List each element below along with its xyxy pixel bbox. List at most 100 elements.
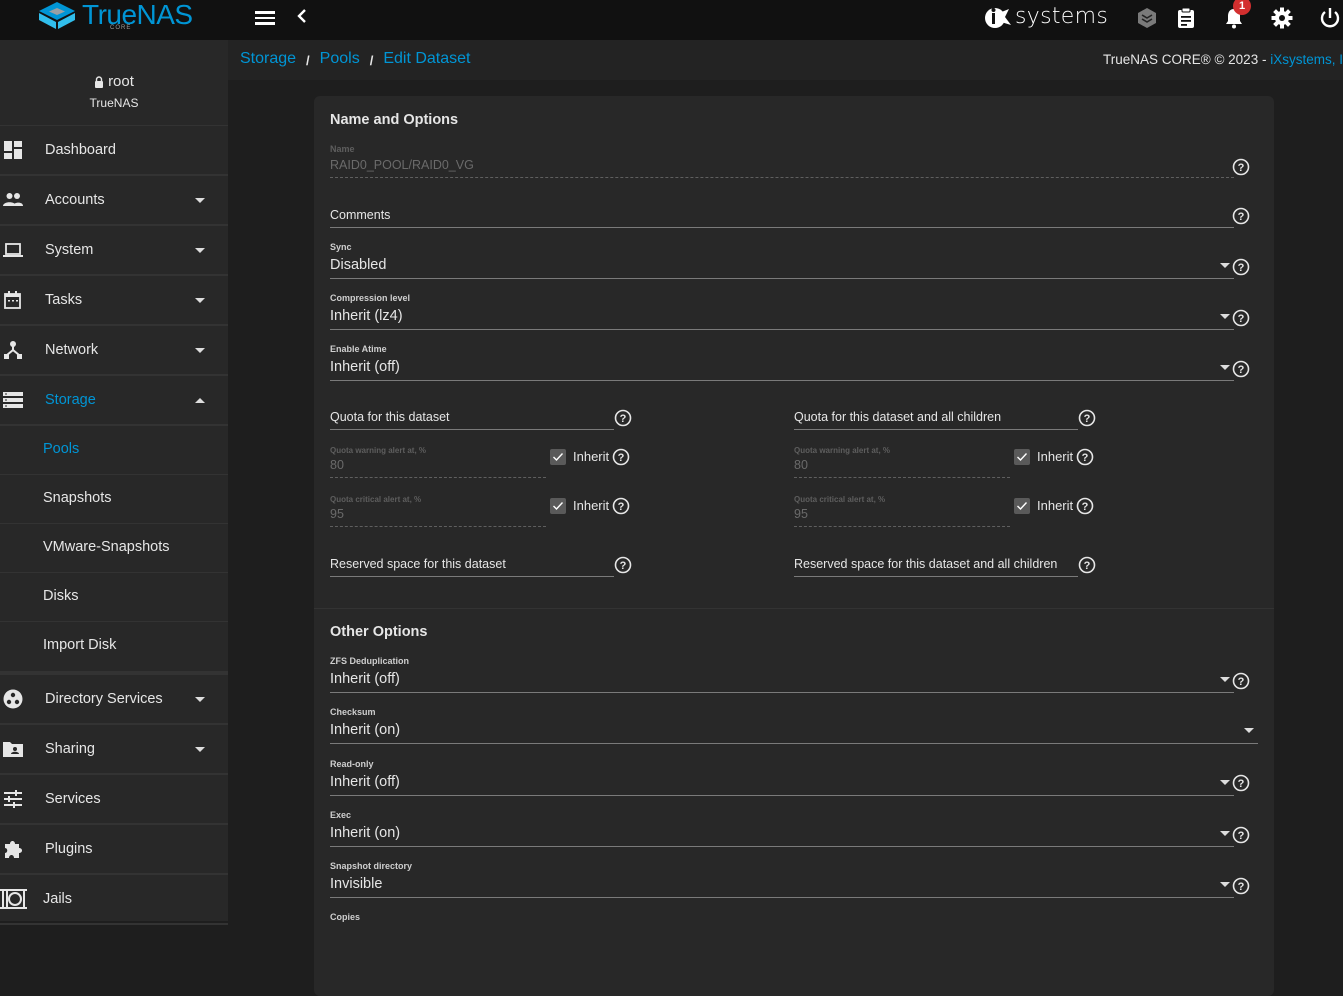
svg-text:?: ? (1238, 778, 1245, 790)
help-icon[interactable]: ? (1078, 556, 1096, 574)
reserved-dataset-input[interactable]: Reserved space for this dataset (330, 549, 614, 577)
breadcrumb-bar: Storage / Pools / Edit Dataset TrueNAS C… (228, 40, 1343, 80)
sidebar-item-directory-services[interactable]: Directory Services (0, 675, 228, 725)
reserved-children-input[interactable]: Reserved space for this dataset and all … (794, 549, 1078, 577)
help-icon[interactable]: ? (1232, 258, 1250, 276)
sidebar-item-dashboard[interactable]: Dashboard (0, 126, 228, 176)
sidebar-subitem-vmware-snapshots[interactable]: VMware-Snapshots (0, 524, 228, 573)
sidebar-subitem-snapshots[interactable]: Snapshots (0, 475, 228, 524)
quota-critical-inherit-checkbox[interactable] (550, 498, 566, 514)
sidebar-item-accounts[interactable]: Accounts (0, 176, 228, 226)
menu-toggle-button[interactable] (254, 8, 276, 30)
help-icon[interactable]: ? (612, 448, 630, 466)
breadcrumb-storage[interactable]: Storage (240, 50, 296, 72)
svg-text:?: ? (1084, 560, 1091, 572)
quota-children-critical-inherit-checkbox[interactable] (1014, 498, 1030, 514)
storage-icon (3, 392, 23, 408)
help-icon[interactable]: ? (1232, 309, 1250, 327)
quota-warning-inherit-checkbox[interactable] (550, 449, 566, 465)
help-icon[interactable]: ? (1232, 774, 1250, 792)
help-icon[interactable]: ? (1232, 360, 1250, 378)
field-underline (330, 526, 546, 527)
inherit-label[interactable]: Inherit (573, 498, 609, 513)
chevron-down-icon (1220, 677, 1230, 682)
breadcrumb-pools[interactable]: Pools (320, 50, 360, 72)
breadcrumb-edit-dataset[interactable]: Edit Dataset (383, 50, 470, 72)
quota-children-input[interactable]: Quota for this dataset and all children (794, 402, 1078, 430)
compression-select[interactable]: Compression level Inherit (lz4) (330, 293, 1234, 330)
sync-select[interactable]: Sync Disabled (330, 242, 1234, 279)
sidebar-subitem-pools[interactable]: Pools (0, 426, 228, 475)
quota-dataset-input[interactable]: Quota for this dataset (330, 402, 614, 430)
help-icon[interactable]: ? (1078, 409, 1096, 427)
clipboard-icon[interactable] (1174, 6, 1198, 30)
help-icon[interactable]: ? (1232, 877, 1250, 895)
field-underline (330, 429, 614, 430)
quota-children-critical-input[interactable]: Quota critical alert at, % 95 (794, 495, 1010, 529)
help-icon[interactable]: ? (1232, 672, 1250, 690)
chevron-down-icon (195, 298, 205, 303)
sidebar-item-label: Accounts (45, 192, 105, 208)
inherit-label[interactable]: Inherit (1037, 498, 1073, 513)
ixsystems-icon (985, 7, 1011, 28)
chevron-down-icon (1220, 365, 1230, 370)
help-icon[interactable]: ? (1076, 448, 1094, 466)
chevron-down-icon (195, 248, 205, 253)
ixsystems-link[interactable]: iXsystems, Inc (1270, 52, 1343, 67)
quota-critical-input[interactable]: Quota critical alert at, % 95 (330, 495, 546, 529)
snapdir-select[interactable]: Snapshot directory Invisible (330, 861, 1234, 898)
exec-select[interactable]: Exec Inherit (on) (330, 810, 1234, 847)
ixsystems-logo[interactable]: systems (983, 4, 1108, 29)
quota-dataset-placeholder: Quota for this dataset (330, 410, 450, 424)
quota-children-warning-input[interactable]: Quota warning alert at, % 80 (794, 446, 1010, 480)
gear-icon[interactable] (1270, 6, 1294, 30)
svg-text:?: ? (1238, 162, 1245, 174)
checkmark-icon (553, 502, 564, 511)
help-icon[interactable]: ? (1232, 158, 1250, 176)
help-icon[interactable]: ? (1232, 207, 1250, 225)
sidebar-item-storage[interactable]: Storage (0, 376, 228, 426)
sidebar-item-tasks[interactable]: Tasks (0, 276, 228, 326)
help-icon[interactable]: ? (614, 556, 632, 574)
sidebar-item-system[interactable]: System (0, 226, 228, 276)
checksum-select[interactable]: Checksum Inherit (on) (330, 707, 1258, 744)
power-icon[interactable] (1318, 6, 1342, 30)
copies-select[interactable]: Copies (330, 912, 1234, 949)
checkmark-icon (1017, 502, 1028, 511)
sidebar-subitem-import-disk[interactable]: Import Disk (0, 622, 228, 671)
inherit-label[interactable]: Inherit (1037, 449, 1073, 464)
svg-text:?: ? (1238, 364, 1245, 376)
sidebar-item-label: Plugins (45, 841, 93, 857)
quota-children-warning-inherit-checkbox[interactable] (1014, 449, 1030, 465)
help-icon[interactable]: ? (614, 409, 632, 427)
sidebar-item-plugins[interactable]: Plugins (0, 825, 228, 875)
sidebar-subitem-disks[interactable]: Disks (0, 573, 228, 622)
sidebar-item-jails[interactable]: Jails (0, 875, 228, 925)
edit-dataset-form: Name and Options Name RAID0_POOL/RAID0_V… (314, 96, 1274, 996)
chevron-down-icon (195, 697, 205, 702)
inherit-label[interactable]: Inherit (573, 449, 609, 464)
snapdir-label: Snapshot directory (330, 861, 413, 871)
sidebar-item-services[interactable]: Services (0, 775, 228, 825)
atime-select[interactable]: Enable Atime Inherit (off) (330, 344, 1234, 381)
quota-warning-input[interactable]: Quota warning alert at, % 80 (330, 446, 546, 480)
readonly-select[interactable]: Read-only Inherit (off) (330, 759, 1234, 796)
dedup-select[interactable]: ZFS Deduplication Inherit (off) (330, 656, 1234, 693)
help-icon[interactable]: ? (1076, 497, 1094, 515)
sidebar-subitem-label: Disks (43, 588, 79, 604)
section-title-name-and-options: Name and Options (330, 112, 459, 128)
comments-input[interactable]: Comments (330, 196, 1234, 228)
help-icon[interactable]: ? (1232, 826, 1250, 844)
back-chevron-button[interactable] (296, 5, 308, 33)
svg-text:?: ? (1238, 262, 1245, 274)
dedup-value: Inherit (off) (330, 671, 400, 687)
truecommand-icon[interactable] (1135, 6, 1159, 30)
top-bar: TrueNAS CORE systems 1 (0, 0, 1343, 40)
chevron-down-icon (195, 198, 205, 203)
chevron-up-icon (195, 398, 205, 403)
calendar-icon (4, 291, 21, 309)
sidebar-item-network[interactable]: Network (0, 326, 228, 376)
help-icon[interactable]: ? (612, 497, 630, 515)
quota-children-placeholder: Quota for this dataset and all children (794, 410, 1002, 424)
sidebar-item-sharing[interactable]: Sharing (0, 725, 228, 775)
